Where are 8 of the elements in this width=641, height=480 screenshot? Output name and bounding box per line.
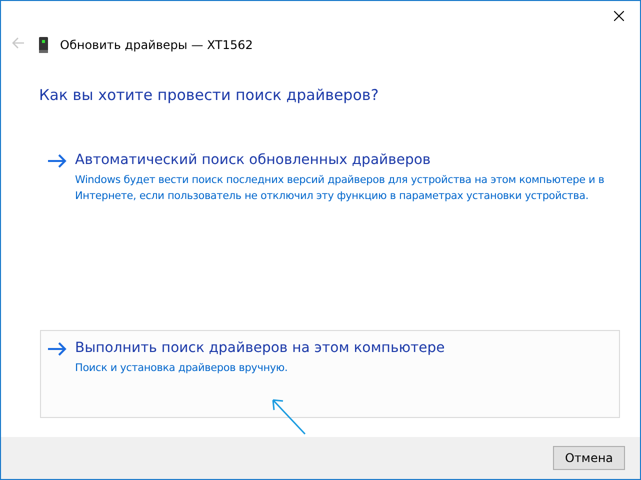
option-link[interactable]: Выполнить поиск драйверов на этом компьютере Поиск и установка драйверов вручную. xyxy=(40,330,620,418)
cancel-button[interactable]: Отмена xyxy=(553,446,625,470)
option-description: Windows будет вести поиск последних версий драйверов для устройства на этом компьютере и в Интернете, если пользователь не отключил эту функцию в параметрах установки устройства. xyxy=(75,173,606,204)
option-description: Поиск и установка драйверов вручную. xyxy=(75,361,289,376)
window-title: Обновить драйверы — XT1562 xyxy=(60,38,253,52)
page-heading: Как вы хотите провести поиск драйверов? xyxy=(39,86,380,104)
option-title[interactable]: Автоматический поиск обновленных драйверов xyxy=(75,151,613,169)
option-title[interactable]: Выполнить поиск драйверов на этом компьютере xyxy=(75,339,445,357)
